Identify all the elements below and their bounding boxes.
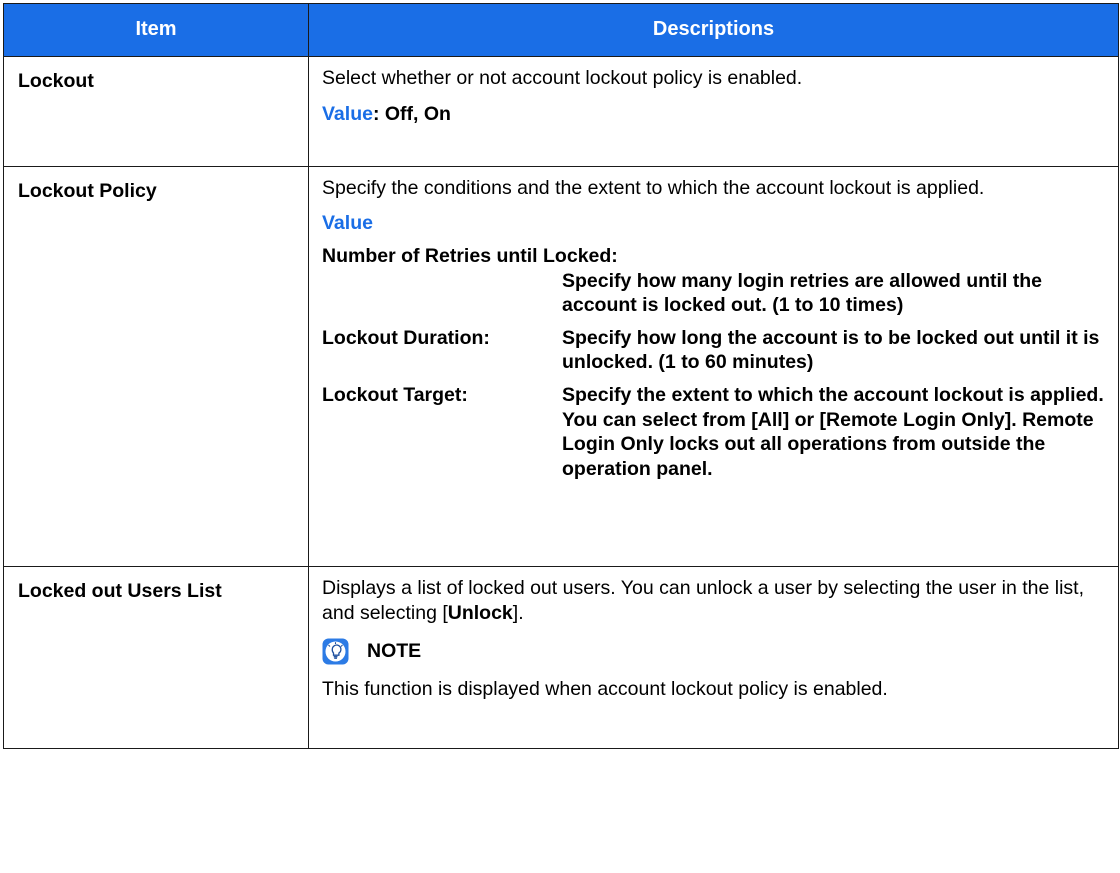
target-label: Lockout Target: [322, 383, 468, 406]
item-lockout: Lockout [3, 56, 309, 167]
desc-lockout-policy: Specify the conditions and the extent to… [308, 166, 1119, 567]
lockout-description: Select whether or not account lockout po… [322, 67, 803, 89]
header-descriptions: Descriptions [308, 3, 1119, 57]
unlock-keyword: Unlock [447, 601, 513, 624]
duration-setting: Lockout Duration: Specify how long the a… [322, 326, 1110, 375]
desc-part-before: Displays a list of locked out users. You… [322, 577, 1084, 624]
target-description: Specify the extent to which the account … [562, 383, 1104, 480]
lockout-policy-description: Specify the conditions and the extent to… [322, 177, 985, 199]
note-header: NOTE [322, 638, 1110, 665]
desc-lockout: Select whether or not account lockout po… [308, 56, 1119, 167]
settings-table: Item Descriptions Lockout Select whether… [3, 3, 1119, 749]
lockout-values: Value: Off, On [322, 102, 1110, 127]
note-text: This function is displayed when account … [322, 678, 888, 701]
duration-label: Lockout Duration: [322, 326, 490, 349]
note-lightbulb-icon [322, 638, 349, 665]
value-label: Value [322, 102, 373, 125]
retries-description: Specify how many login retries are allow… [562, 269, 1043, 317]
target-setting: Lockout Target: Specify the extent to wh… [322, 383, 1110, 481]
value-heading: Value [322, 211, 373, 234]
duration-description: Specify how long the account is to be lo… [562, 326, 1100, 374]
item-locked-out-users-list: Locked out Users List [3, 566, 309, 749]
retries-label: Number of Retries until Locked: [322, 245, 618, 268]
note-title: NOTE [367, 640, 422, 663]
item-lockout-policy: Lockout Policy [3, 166, 309, 567]
table-row: Locked out Users List Displays a list of… [3, 566, 1119, 749]
header-row: Item Descriptions [3, 3, 1119, 57]
header-item: Item [3, 3, 309, 57]
desc-locked-out-users-list: Displays a list of locked out users. You… [308, 566, 1119, 749]
locked-users-description: Displays a list of locked out users. You… [322, 576, 1110, 625]
table-row: Lockout Policy Specify the conditions an… [3, 166, 1119, 567]
desc-part-after: ]. [512, 601, 524, 624]
table-row: Lockout Select whether or not account lo… [3, 56, 1119, 167]
value-options: : Off, On [372, 102, 451, 125]
